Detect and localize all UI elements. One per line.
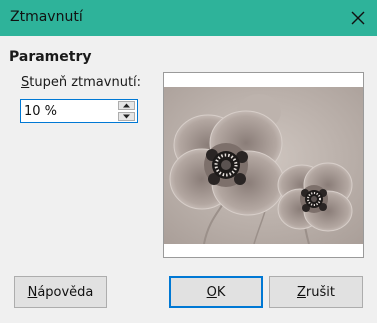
title-bar: Ztmavnutí [0,0,377,36]
decrement-button[interactable] [118,112,135,121]
label-text: tupeň ztmavnutí: [29,75,142,90]
cancel-label: rušit [305,284,335,300]
ok-button[interactable]: OK [169,276,263,308]
darkness-amount-spinbox[interactable] [20,99,138,123]
cancel-button[interactable]: Zrušit [269,276,363,308]
help-mnemonic: N [27,284,38,300]
ok-label: K [216,284,226,300]
arrow-down-icon [123,114,130,119]
preview-frame [163,72,364,258]
cancel-mnemonic: Z [297,284,306,300]
help-button[interactable]: Nápověda [14,276,107,308]
close-button[interactable] [345,5,371,31]
increment-button[interactable] [118,101,135,110]
window-title: Ztmavnutí [10,9,83,25]
help-label: ápověda [37,284,94,300]
arrow-up-icon [123,103,130,108]
darkness-amount-label: Stupeň ztmavnutí: [21,75,141,90]
darkness-amount-input[interactable] [24,103,114,119]
ok-mnemonic: O [206,284,217,300]
preview-image [164,87,363,244]
close-icon [351,11,365,25]
section-title: Parametry [9,49,92,65]
